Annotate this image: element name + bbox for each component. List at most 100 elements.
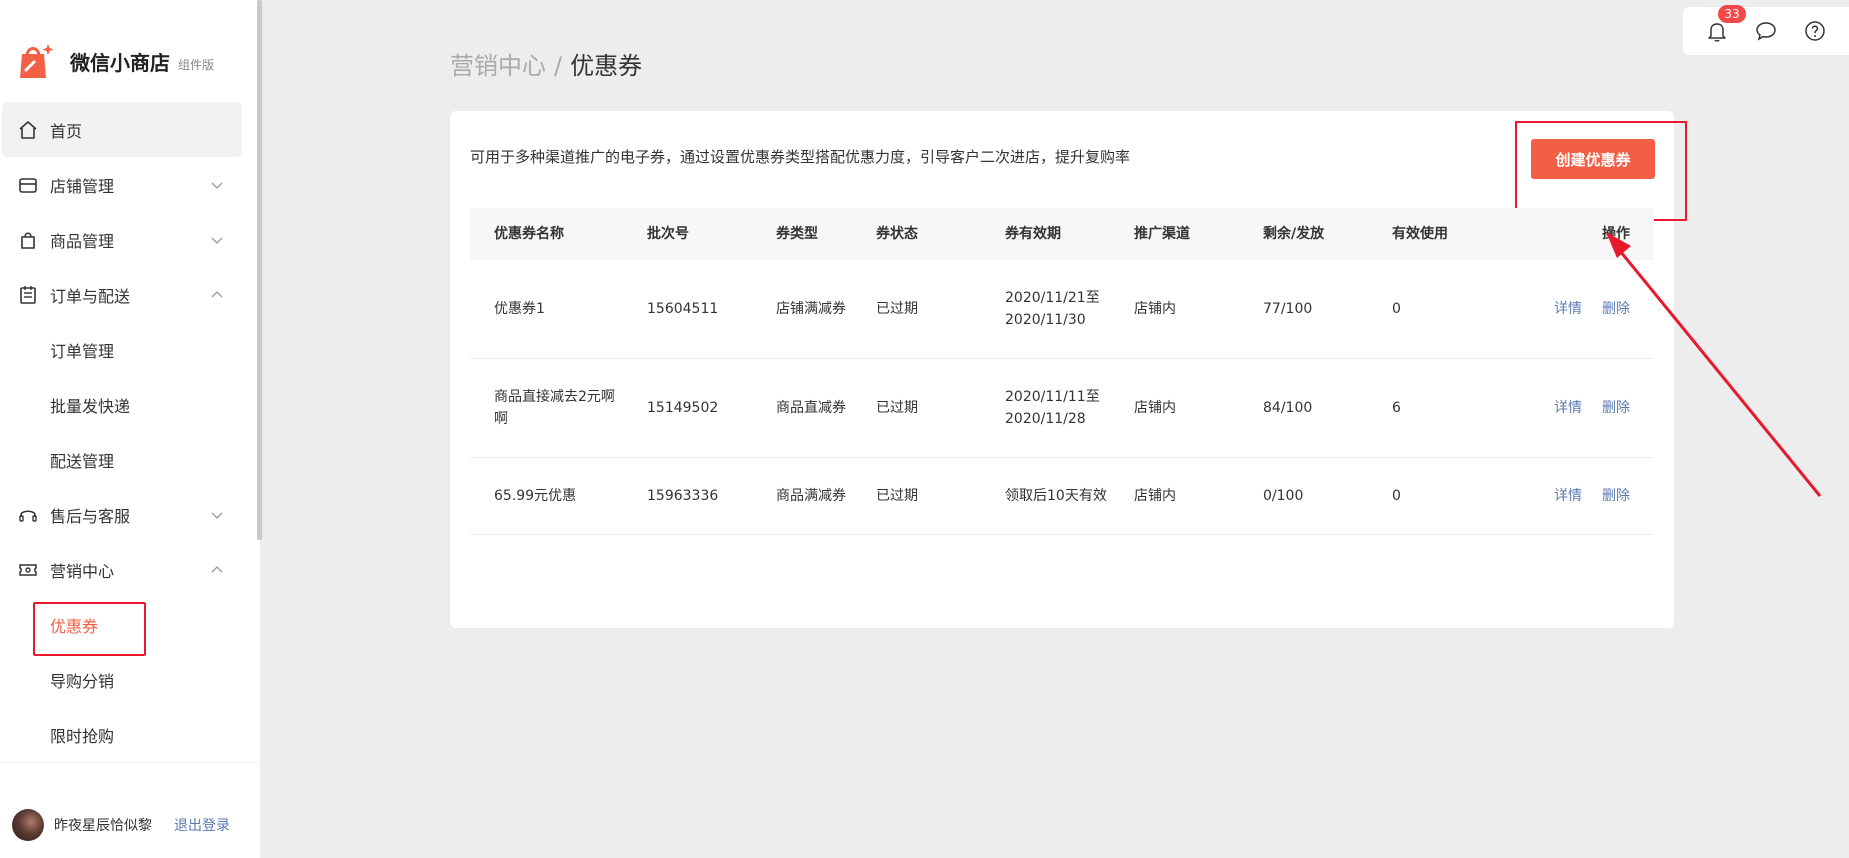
coupon-type: 商品满减券 xyxy=(776,488,846,504)
brand-tag: 组件版 xyxy=(178,57,215,72)
sidebar-subitem-order-management[interactable]: 订单管理 xyxy=(0,322,244,377)
detail-link[interactable]: 详情 xyxy=(1554,397,1582,419)
store-icon xyxy=(18,175,38,195)
home-icon xyxy=(18,120,38,140)
promotion-channel: 店铺内 xyxy=(1134,488,1176,504)
chevron-up-icon xyxy=(211,290,223,297)
sidebar-subitem-label: 配送管理 xyxy=(50,451,115,471)
breadcrumb-separator: / xyxy=(554,52,563,80)
breadcrumb-parent[interactable]: 营销中心 xyxy=(450,52,546,80)
column-header: 操作 xyxy=(1518,223,1654,245)
clipboard-icon xyxy=(18,285,38,305)
row-actions: 详情 删除 xyxy=(1518,298,1654,320)
detail-link[interactable]: 详情 xyxy=(1554,298,1582,320)
used-count: 6 xyxy=(1392,400,1401,416)
username: 昨夜星辰恰似黎 xyxy=(54,818,152,834)
avatar[interactable] xyxy=(12,809,44,841)
sidebar-item-product[interactable]: 商品管理 xyxy=(0,212,244,267)
sidebar-item-label: 商品管理 xyxy=(50,231,115,251)
coupon-card: 可用于多种渠道推广的电子券，通过设置优惠券类型搭配优惠力度，引导客户二次进店，提… xyxy=(450,111,1687,628)
table-row: 商品直接减去2元啊啊 15149502 商品直减券 已过期 2020/11/11… xyxy=(470,359,1654,458)
coupon-type: 商品直减券 xyxy=(776,400,846,416)
user-info: 昨夜星辰恰似黎 退出登录 xyxy=(12,809,230,841)
sidebar: 微信小商店 组件版 首页 店铺管理 商品管理 订单与配送 订单管理 批量发快递 … xyxy=(0,0,260,858)
delete-link[interactable]: 删除 xyxy=(1602,298,1630,320)
create-coupon-button[interactable]: 创建优惠券 xyxy=(1531,139,1655,179)
table-row: 优惠券1 15604511 店铺满减券 已过期 2020/11/21至2020/… xyxy=(470,260,1654,359)
column-header: 推广渠道 xyxy=(1134,226,1190,242)
sidebar-subitem-batch-shipping[interactable]: 批量发快递 xyxy=(0,377,244,432)
ticket-icon xyxy=(18,560,38,580)
chevron-down-icon xyxy=(211,237,223,244)
sidebar-item-home[interactable]: 首页 xyxy=(2,102,242,157)
bag-icon xyxy=(18,230,38,250)
delete-link[interactable]: 删除 xyxy=(1602,485,1630,507)
sidebar-item-label: 店铺管理 xyxy=(50,176,115,196)
chevron-down-icon xyxy=(211,512,223,519)
promotion-channel: 店铺内 xyxy=(1134,400,1176,416)
promotion-channel: 店铺内 xyxy=(1134,301,1176,317)
column-header-label: 操作 xyxy=(1602,226,1630,242)
sidebar-footer: 昨夜星辰恰似黎 退出登录 xyxy=(0,762,260,858)
detail-link[interactable]: 详情 xyxy=(1554,485,1582,507)
remaining-issued: 77/100 xyxy=(1263,301,1313,317)
sidebar-subitem-label: 订单管理 xyxy=(50,341,115,361)
sidebar-item-service[interactable]: 售后与客服 xyxy=(0,487,244,542)
top-toolbar: 33 xyxy=(1683,5,1849,55)
used-count: 0 xyxy=(1392,301,1401,317)
sidebar-item-marketing[interactable]: 营销中心 xyxy=(0,542,244,597)
sidebar-nav: 首页 店铺管理 商品管理 订单与配送 订单管理 批量发快递 配送管理 售后与客服… xyxy=(0,102,244,762)
coupon-description: 可用于多种渠道推广的电子券，通过设置优惠券类型搭配优惠力度，引导客户二次进店，提… xyxy=(470,148,1131,166)
coupon-status: 已过期 xyxy=(876,488,918,504)
shop-bag-logo-icon xyxy=(14,40,56,82)
sidebar-item-orders[interactable]: 订单与配送 xyxy=(0,267,244,322)
coupon-status: 已过期 xyxy=(876,301,918,317)
sidebar-subitem-flash-sale[interactable]: 限时抢购 xyxy=(0,707,244,762)
batch-number: 15149502 xyxy=(647,400,719,416)
batch-number: 15963336 xyxy=(647,488,719,504)
sidebar-subitem-delivery-management[interactable]: 配送管理 xyxy=(0,432,244,487)
brand-name: 微信小商店 xyxy=(70,50,170,75)
notification-badge: 33 xyxy=(1718,5,1746,23)
notification-button[interactable]: 33 xyxy=(1705,5,1746,43)
coupon-validity: 2020/11/21至2020/11/30 xyxy=(1005,290,1100,328)
chat-bubble-icon xyxy=(1756,22,1776,41)
delete-link[interactable]: 删除 xyxy=(1602,397,1630,419)
annotation-highlight-box xyxy=(33,602,146,656)
coupon-validity: 领取后10天有效 xyxy=(1005,488,1107,504)
question-circle-icon xyxy=(1804,21,1825,41)
remaining-issued: 0/100 xyxy=(1263,488,1304,504)
batch-number: 15604511 xyxy=(647,301,719,317)
sidebar-item-label: 售后与客服 xyxy=(50,506,131,526)
sidebar-item-label: 订单与配送 xyxy=(50,286,131,306)
message-button[interactable] xyxy=(1754,19,1778,43)
coupon-validity: 2020/11/11至2020/11/28 xyxy=(1005,389,1100,427)
help-button[interactable] xyxy=(1803,19,1827,43)
remaining-issued: 84/100 xyxy=(1263,400,1313,416)
table-header: 优惠券名称 批次号 券类型 券状态 券有效期 推广渠道 剩余/发放 有效使用 操… xyxy=(470,208,1654,260)
logout-link[interactable]: 退出登录 xyxy=(174,815,230,835)
brand[interactable]: 微信小商店 组件版 xyxy=(14,36,214,86)
row-actions: 详情 删除 xyxy=(1518,485,1654,507)
sidebar-subitem-coupons[interactable]: 优惠券 xyxy=(0,597,244,656)
column-header: 有效使用 xyxy=(1392,226,1448,242)
sidebar-item-store[interactable]: 店铺管理 xyxy=(0,157,244,212)
coupon-status: 已过期 xyxy=(876,400,918,416)
breadcrumb: 营销中心 / 优惠券 xyxy=(450,46,642,81)
chevron-down-icon xyxy=(211,182,223,189)
used-count: 0 xyxy=(1392,488,1401,504)
coupon-name: 商品直接减去2元啊啊 xyxy=(494,389,615,427)
sidebar-scrollbar[interactable] xyxy=(257,0,262,540)
sidebar-subitem-distribution[interactable]: 导购分销 xyxy=(0,652,244,707)
coupon-name: 优惠券1 xyxy=(494,301,545,317)
column-header: 券类型 xyxy=(776,226,818,242)
column-header: 批次号 xyxy=(647,226,689,242)
column-header: 剩余/发放 xyxy=(1263,226,1325,242)
sidebar-item-label: 首页 xyxy=(50,121,83,141)
headset-icon xyxy=(18,505,38,525)
coupon-type: 店铺满减券 xyxy=(776,301,846,317)
sidebar-subitem-label: 导购分销 xyxy=(50,671,115,691)
sidebar-subitem-label: 批量发快递 xyxy=(50,396,131,416)
coupon-name: 65.99元优惠 xyxy=(494,488,577,504)
coupon-table: 优惠券名称 批次号 券类型 券状态 券有效期 推广渠道 剩余/发放 有效使用 操… xyxy=(470,208,1654,535)
